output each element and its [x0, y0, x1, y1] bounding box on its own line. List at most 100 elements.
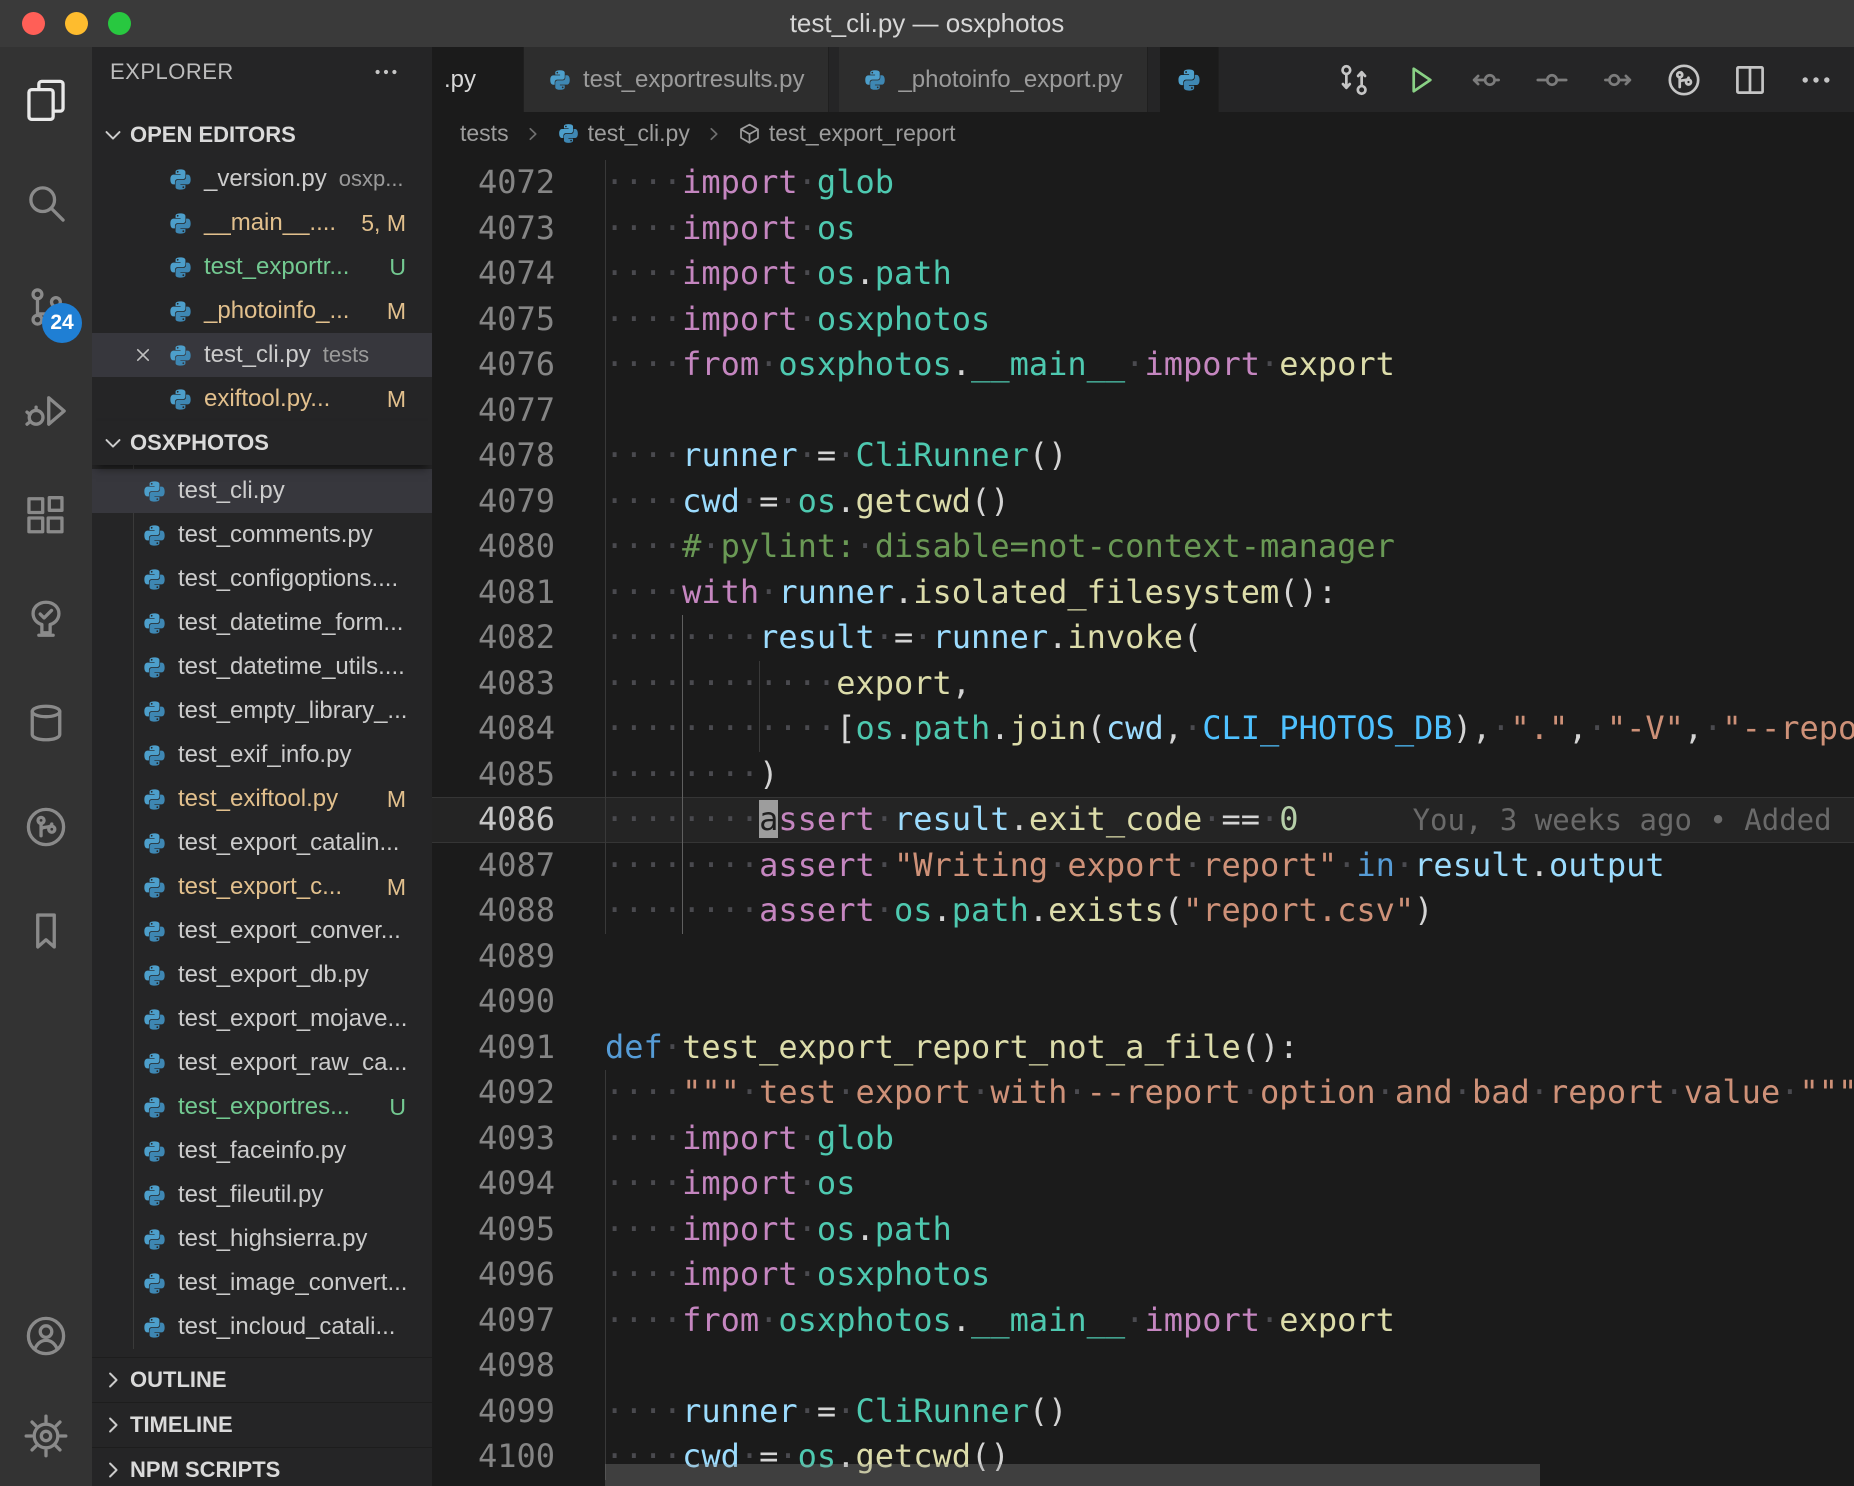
split-editor-icon[interactable]: [1732, 62, 1768, 98]
line-content[interactable]: ····import·os: [605, 1161, 1854, 1207]
activity-settings[interactable]: [0, 1386, 92, 1486]
line-number[interactable]: 4092: [432, 1070, 555, 1116]
line-number[interactable]: 4100: [432, 1434, 555, 1480]
explorer-more-actions-icon[interactable]: [372, 58, 400, 86]
line-number[interactable]: 4086: [432, 797, 555, 843]
activity-bookmarks[interactable]: [0, 879, 92, 983]
line-content[interactable]: ····import·os: [605, 206, 1854, 252]
open-editor-item[interactable]: __main__....5, M: [92, 201, 432, 245]
line-number[interactable]: 4079: [432, 479, 555, 525]
line-content[interactable]: def·test_export_report_not_a_file():: [605, 1025, 1854, 1071]
line-number[interactable]: 4095: [432, 1207, 555, 1253]
tree-item[interactable]: test_faceinfo.py: [92, 1129, 432, 1173]
activity-search[interactable]: [0, 151, 92, 255]
activity-explorer[interactable]: [0, 47, 92, 151]
line-content[interactable]: ····import·glob: [605, 1116, 1854, 1162]
line-number[interactable]: 4087: [432, 843, 555, 889]
tree-item[interactable]: test_exiftool.pyM: [92, 777, 432, 821]
git-graph-icon[interactable]: [1666, 62, 1702, 98]
tree-item[interactable]: test_incloud_catali...: [92, 1305, 432, 1349]
line-content[interactable]: ····import·os.path: [605, 1207, 1854, 1253]
activity-source-control[interactable]: 24: [0, 255, 92, 359]
line-content[interactable]: ········result·=·runner.invoke(: [605, 615, 1854, 661]
line-content[interactable]: [605, 934, 1854, 980]
sidebar-section-outline[interactable]: OUTLINE: [92, 1357, 432, 1402]
open-editor-item[interactable]: test_cli.pytests: [92, 333, 432, 377]
breadcrumb-item[interactable]: test_export_report: [738, 120, 956, 147]
activity-database[interactable]: [0, 671, 92, 775]
line-number[interactable]: 4080: [432, 524, 555, 570]
tree-item[interactable]: test_export_catalin...: [92, 821, 432, 865]
open-editor-item[interactable]: exiftool.py...M: [92, 377, 432, 421]
tree-item[interactable]: test_export_db.py: [92, 953, 432, 997]
tree-item[interactable]: test_datetime_form...: [92, 601, 432, 645]
line-number[interactable]: 4084: [432, 706, 555, 752]
line-number[interactable]: 4082: [432, 615, 555, 661]
line-content[interactable]: ····import·osxphotos: [605, 297, 1854, 343]
line-number[interactable]: 4075: [432, 297, 555, 343]
line-number[interactable]: 4076: [432, 342, 555, 388]
run-file-icon[interactable]: [1402, 62, 1438, 98]
line-content[interactable]: ············[os.path.join(cwd,·CLI_PHOTO…: [605, 706, 1854, 752]
line-content[interactable]: ····import·os.path: [605, 251, 1854, 297]
line-content[interactable]: ····"""·test·export·with·--report·option…: [605, 1070, 1854, 1116]
close-editor-icon[interactable]: [132, 344, 154, 366]
line-number[interactable]: 4091: [432, 1025, 555, 1071]
activity-todo-tree[interactable]: [0, 567, 92, 671]
line-content[interactable]: [605, 1343, 1854, 1389]
step-back-icon[interactable]: [1468, 62, 1504, 98]
code-editor[interactable]: 4072····import·glob4073····import·os4074…: [432, 155, 1854, 1486]
line-number[interactable]: 4083: [432, 661, 555, 707]
line-number[interactable]: 4097: [432, 1298, 555, 1344]
tree-item[interactable]: test_image_convert...: [92, 1261, 432, 1305]
tree-item[interactable]: test_highsierra.py: [92, 1217, 432, 1261]
line-number[interactable]: 4073: [432, 206, 555, 252]
line-number[interactable]: 4074: [432, 251, 555, 297]
line-content[interactable]: ····cwd·=·os.getcwd(): [605, 479, 1854, 525]
activity-account[interactable]: [0, 1286, 92, 1386]
line-number[interactable]: 4093: [432, 1116, 555, 1162]
line-content[interactable]: ····import·osxphotos: [605, 1252, 1854, 1298]
line-number[interactable]: 4081: [432, 570, 555, 616]
editor-tab-active-overflow[interactable]: .py: [432, 47, 524, 112]
tree-item[interactable]: test_export_c...M: [92, 865, 432, 909]
line-content[interactable]: ····runner·=·CliRunner(): [605, 1389, 1854, 1435]
line-content[interactable]: [605, 388, 1854, 434]
tree-item[interactable]: test_datetime_utils....: [92, 645, 432, 689]
line-content[interactable]: ········): [605, 752, 1854, 798]
tree-item[interactable]: test_comments.py: [92, 513, 432, 557]
line-content[interactable]: ····runner·=·CliRunner(): [605, 433, 1854, 479]
line-number[interactable]: 4096: [432, 1252, 555, 1298]
line-content[interactable]: [605, 979, 1854, 1025]
tree-item[interactable]: test_fileutil.py: [92, 1173, 432, 1217]
line-content[interactable]: ····from·osxphotos.__main__·import·expor…: [605, 342, 1854, 388]
tree-item[interactable]: test_exif_info.py: [92, 733, 432, 777]
tree-item[interactable]: test_export_mojave...: [92, 997, 432, 1041]
pinned-python-tab[interactable]: [1160, 47, 1219, 112]
line-number[interactable]: 4078: [432, 433, 555, 479]
run-to-line-icon[interactable]: [1534, 62, 1570, 98]
line-number[interactable]: 4090: [432, 979, 555, 1025]
line-number[interactable]: 4077: [432, 388, 555, 434]
line-content[interactable]: ········assert·"Writing·export·report"·i…: [605, 843, 1854, 889]
more-actions-icon[interactable]: [1798, 62, 1834, 98]
tree-item[interactable]: test_export_raw_ca...: [92, 1041, 432, 1085]
activity-run-debug[interactable]: [0, 359, 92, 463]
open-editor-item[interactable]: _photoinfo_...M: [92, 289, 432, 333]
breadcrumb-item[interactable]: test_cli.py: [557, 120, 690, 147]
project-section-header[interactable]: OSXPHOTOS: [92, 421, 432, 465]
line-number[interactable]: 4085: [432, 752, 555, 798]
step-forward-icon[interactable]: [1600, 62, 1636, 98]
activity-extensions[interactable]: [0, 463, 92, 567]
line-content[interactable]: ····with·runner.isolated_filesystem():: [605, 570, 1854, 616]
sidebar-section-npm-scripts[interactable]: NPM SCRIPTS: [92, 1447, 432, 1486]
tree-item[interactable]: test_empty_library_...: [92, 689, 432, 733]
line-content[interactable]: ····from·osxphotos.__main__·import·expor…: [605, 1298, 1854, 1344]
line-content[interactable]: ····#·pylint:·disable=not-context-manage…: [605, 524, 1854, 570]
tree-item[interactable]: test_configoptions....: [92, 557, 432, 601]
line-content[interactable]: ········assert·os.path.exists("report.cs…: [605, 888, 1854, 934]
line-number[interactable]: 4089: [432, 934, 555, 980]
tree-item[interactable]: test_exportres...U: [92, 1085, 432, 1129]
line-content[interactable]: ········assert·result.exit_code·==·0You,…: [605, 797, 1854, 843]
line-content[interactable]: ····import·glob: [605, 160, 1854, 206]
